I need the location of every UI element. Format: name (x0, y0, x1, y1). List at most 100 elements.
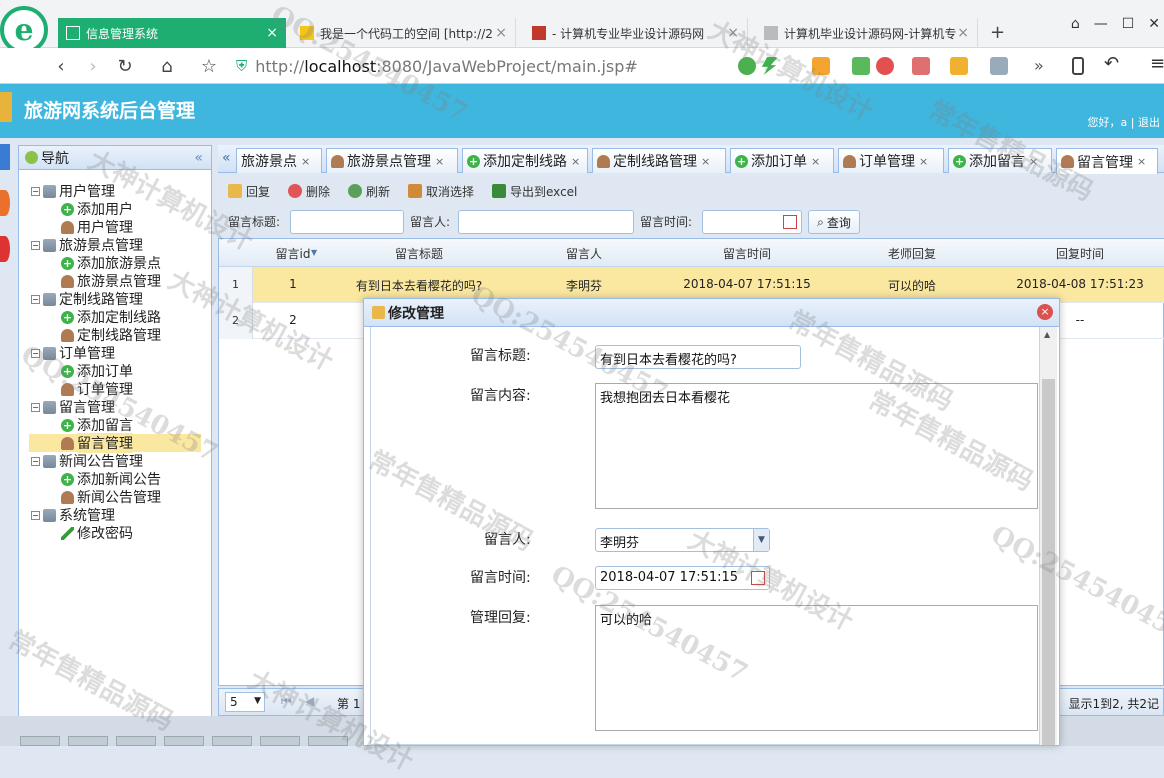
column-header[interactable]: 留言时间 (665, 245, 829, 262)
tab-close-icon[interactable]: × (571, 155, 580, 168)
back-icon[interactable]: ‹ (48, 53, 74, 79)
tab-close-icon[interactable]: × (919, 155, 928, 168)
time-field[interactable]: 2018-04-07 17:51:15 (595, 566, 770, 590)
taskbar-item[interactable] (164, 736, 204, 746)
dialog-scroll-thumb[interactable] (1042, 379, 1055, 745)
browser-tab[interactable]: - 计算机专业毕业设计源码网 × (524, 18, 748, 48)
phone-icon[interactable] (1072, 57, 1084, 75)
screenshot-icon[interactable] (990, 57, 1008, 75)
tab-close-icon[interactable]: × (957, 25, 969, 41)
cancel-select-button[interactable]: 取消选择 (408, 177, 474, 205)
panel-tab[interactable]: 旅游景点管理 × (326, 148, 458, 173)
home-icon[interactable]: ⌂ (154, 53, 180, 79)
taskbar-item[interactable] (20, 736, 60, 746)
tab-close-icon[interactable]: × (1137, 155, 1146, 168)
tab-close-icon[interactable]: × (266, 25, 278, 41)
taskbar-item[interactable] (308, 736, 348, 746)
browser-tab[interactable]: 计算机毕业设计源码网-计算机专 × (756, 18, 978, 48)
export-excel-button[interactable]: 导出到excel (492, 177, 577, 205)
first-page-icon[interactable]: ⏮ (281, 694, 292, 709)
forward-icon[interactable]: › (80, 53, 106, 79)
sidebar-group[interactable]: − 订单管理 (31, 344, 223, 362)
maximize-icon[interactable]: ☐ (1122, 16, 1135, 32)
tab-close-icon[interactable]: × (495, 25, 507, 41)
panel-tab[interactable]: + 添加订单 × (730, 148, 834, 173)
column-header[interactable]: 留言人 (505, 245, 663, 262)
collapse-toggle-icon[interactable]: − (31, 294, 40, 304)
search-title-input[interactable] (290, 210, 404, 234)
panel-tab[interactable]: 旅游景点 × (236, 148, 322, 173)
extension-icon[interactable] (876, 57, 894, 75)
capture-icon[interactable] (950, 57, 968, 75)
minimize-icon[interactable]: — (1094, 16, 1108, 32)
collapse-sidebar-icon[interactable]: « (194, 150, 203, 166)
search-time-input[interactable] (702, 210, 802, 234)
bookmark-star-icon[interactable]: ☆ (196, 53, 222, 79)
prev-page-icon[interactable]: ◀ (305, 694, 314, 708)
taskbar-item[interactable] (212, 736, 252, 746)
column-header[interactable]: 老师回复 (831, 245, 993, 262)
panel-tab[interactable]: + 添加定制线路 × (462, 148, 588, 173)
tab-close-icon[interactable]: × (435, 155, 444, 168)
sidebar-group[interactable]: − 用户管理 (31, 182, 223, 200)
title-field[interactable]: 有到日本去看樱花的吗? (595, 345, 801, 369)
new-tab-button[interactable]: + (990, 22, 1005, 43)
skin-icon[interactable]: ⌂ (1071, 16, 1080, 32)
tab-close-icon[interactable]: × (701, 155, 710, 168)
reload-icon[interactable]: ↻ (112, 53, 138, 79)
taskbar-item[interactable] (116, 736, 156, 746)
sidebar-group[interactable]: − 留言管理 (31, 398, 223, 416)
tab-close-icon[interactable]: × (1029, 155, 1038, 168)
taskbar-item[interactable] (68, 736, 108, 746)
delete-button[interactable]: 删除 (288, 177, 330, 205)
column-header[interactable]: 回复时间 (995, 245, 1164, 262)
tab-close-icon[interactable]: × (727, 25, 739, 41)
apps-icon[interactable] (812, 57, 830, 75)
sidebar-group[interactable]: − 系统管理 (31, 506, 223, 524)
chevron-down-icon[interactable]: ▼ (753, 529, 769, 551)
browser-tab[interactable]: 信息管理系统 × (58, 18, 286, 48)
tab-close-icon[interactable]: × (811, 155, 820, 168)
tab-scroll-left-icon[interactable]: « (222, 150, 231, 166)
panel-tab[interactable]: 订单管理 × (838, 148, 944, 173)
sidebar-group[interactable]: − 新闻公告管理 (31, 452, 223, 470)
browser-tab[interactable]: 我是一个代码工的空间 [http://2 × (292, 18, 516, 48)
address-bar[interactable]: ⛨ http://localhost:8080/JavaWebProject/m… (236, 54, 796, 78)
panel-tab[interactable]: + 添加留言 × (948, 148, 1052, 173)
speed-icon[interactable] (738, 57, 756, 75)
user-select[interactable]: 李明芬 ▼ (595, 528, 770, 552)
query-button[interactable]: ⌕ 查询 (808, 210, 860, 234)
collapse-toggle-icon[interactable]: − (31, 348, 40, 358)
refresh-button[interactable]: 刷新 (348, 177, 390, 205)
reply-textarea[interactable]: 可以的哈 (595, 605, 1038, 731)
collapse-toggle-icon[interactable]: − (31, 402, 40, 412)
column-header[interactable]: 留言标题 (335, 245, 503, 262)
collapse-toggle-icon[interactable]: − (31, 186, 40, 196)
calendar-icon[interactable] (783, 215, 797, 229)
panel-tab[interactable]: 留言管理 × (1056, 148, 1158, 174)
column-header[interactable]: 留言id (253, 245, 333, 262)
close-window-icon[interactable]: ✕ (1148, 16, 1160, 32)
collapse-toggle-icon[interactable]: − (31, 510, 40, 520)
collapse-toggle-icon[interactable]: − (31, 456, 40, 466)
sidebar-group[interactable]: − 定制线路管理 (31, 290, 223, 308)
sidebar-item[interactable]: 留言管理 (29, 433, 201, 453)
content-textarea[interactable]: 我想抱团去日本看樱花 (595, 383, 1038, 509)
taskbar-item[interactable] (260, 736, 300, 746)
sort-desc-icon[interactable]: ▼ (311, 248, 317, 257)
calendar-icon[interactable] (751, 571, 765, 585)
page-size-select[interactable]: 5 ▼ (225, 692, 265, 712)
page-number[interactable]: 第 1 (337, 695, 360, 712)
reply-button[interactable]: 回复 (228, 177, 270, 205)
search-user-input[interactable] (458, 210, 634, 234)
undo-icon[interactable]: ↶ (1104, 53, 1119, 74)
collapse-toggle-icon[interactable]: − (31, 240, 40, 250)
tab-close-icon[interactable]: × (301, 155, 310, 168)
sidebar-group[interactable]: − 旅游景点管理 (31, 236, 223, 254)
reader-icon[interactable] (852, 57, 870, 75)
panel-tab[interactable]: 定制线路管理 × (592, 148, 726, 173)
menu-icon[interactable]: ≡ (1150, 53, 1164, 74)
greeting-logout[interactable]: 您好，a | 退出 (1088, 114, 1160, 130)
dialog-close-button[interactable]: × (1037, 304, 1053, 320)
scroll-up-icon[interactable]: ▲ (1044, 330, 1050, 339)
